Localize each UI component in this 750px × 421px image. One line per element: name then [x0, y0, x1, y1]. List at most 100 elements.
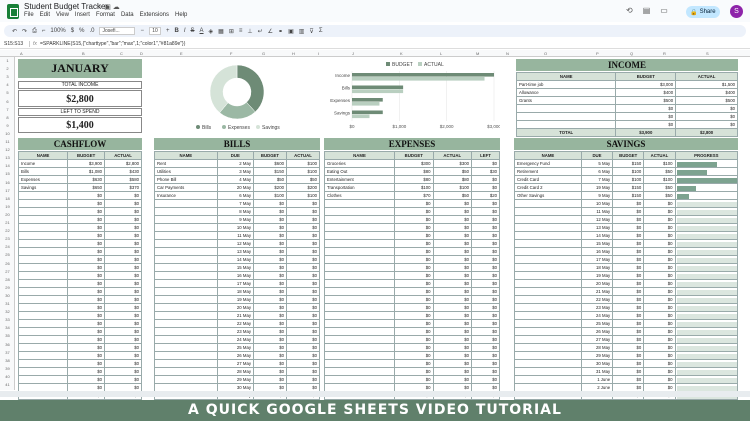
table-cell[interactable]: 5 May [580, 159, 614, 168]
table-cell[interactable]: $100 [643, 175, 676, 184]
col-header-E[interactable]: E [180, 51, 183, 56]
table-cell[interactable]: $0 [612, 271, 645, 280]
table-cell[interactable]: $0 [643, 335, 676, 344]
table-row[interactable]: $0$0$0 [324, 271, 500, 280]
table-row[interactable]: $0$0 [17, 351, 142, 360]
table-cell[interactable]: $0 [394, 215, 434, 224]
table-cell[interactable]: $0 [252, 279, 287, 288]
table-cell[interactable] [154, 247, 218, 256]
font-size-input[interactable]: 10 [148, 27, 161, 35]
table-cell[interactable]: $0 [643, 263, 676, 272]
table-cell[interactable] [514, 287, 582, 296]
table-row[interactable]: Utilities 3 May $150 $100 [154, 167, 321, 176]
meet-icon[interactable]: ▭ [660, 6, 668, 15]
table-cell[interactable]: $0 [285, 295, 321, 304]
table-cell[interactable]: 28 May [216, 367, 254, 376]
table-cell[interactable]: 1 June [580, 375, 614, 384]
table-cell[interactable]: 26 May [580, 327, 614, 336]
table-cell[interactable]: 16 May [580, 247, 614, 256]
table-cell[interactable] [514, 247, 582, 256]
menu-item-data[interactable]: Data [121, 12, 134, 18]
table-row[interactable]: $0$0$0 [324, 343, 500, 352]
table-cell[interactable] [154, 255, 218, 264]
col-header-K[interactable]: K [400, 51, 403, 56]
table-row[interactable]: 9 May $0 $0 [154, 215, 321, 224]
table-row[interactable]: $0$0$0 [324, 279, 500, 288]
table-cell[interactable]: $0 [252, 375, 287, 384]
table-cell[interactable]: 18 May [216, 287, 254, 296]
row-header[interactable]: 28 [0, 277, 15, 282]
table-cell[interactable]: $0 [285, 327, 321, 336]
table-row[interactable]: $0$0 [17, 255, 142, 264]
table-row[interactable]: $0$0$0 [324, 327, 500, 336]
table-cell[interactable]: 20 May [580, 279, 614, 288]
table-cell[interactable]: $0 [471, 255, 500, 264]
table-cell[interactable] [514, 375, 582, 384]
comment-add-icon[interactable]: ▣ [288, 28, 294, 35]
table-row[interactable]: 24 May $0 $0 [154, 335, 321, 344]
table-cell[interactable]: $0 [252, 223, 287, 232]
table-cell[interactable]: 20 May [216, 303, 254, 312]
merge-icon[interactable]: ⊞ [229, 28, 234, 35]
table-cell[interactable]: $0 [432, 279, 472, 288]
row-header[interactable]: 12 [0, 147, 15, 152]
table-cell[interactable]: $630 [67, 175, 106, 184]
table-row[interactable]: Income $3,900 $2,800 [17, 159, 142, 168]
table-cell[interactable]: $0 [285, 239, 321, 248]
row-header[interactable]: 30 [0, 293, 15, 298]
table-row[interactable]: $0$0 [17, 359, 142, 368]
decimal-icon[interactable]: .0 [89, 28, 94, 34]
table-cell[interactable]: $0 [612, 247, 645, 256]
table-cell[interactable] [514, 279, 582, 288]
col-header-C[interactable]: C [120, 51, 123, 56]
table-row[interactable]: Savings $650 $370 [17, 183, 142, 192]
table-cell[interactable] [17, 287, 69, 296]
table-cell[interactable]: 14 May [216, 255, 254, 264]
table-cell[interactable] [17, 247, 69, 256]
table-row[interactable]: $0$0 [17, 191, 142, 200]
table-cell[interactable] [154, 215, 218, 224]
comment-icon[interactable]: ▤ [643, 6, 651, 15]
table-cell[interactable]: $0 [67, 303, 106, 312]
table-row[interactable]: $0$0$0 [324, 247, 500, 256]
table-cell[interactable]: $100 [285, 159, 321, 168]
row-header[interactable]: 32 [0, 309, 15, 314]
col-header-S[interactable]: S [706, 51, 709, 56]
table-cell[interactable]: $0 [432, 199, 472, 208]
table-cell[interactable]: $0 [643, 247, 676, 256]
table-cell[interactable]: $0 [104, 271, 142, 280]
table-cell[interactable]: $0 [252, 263, 287, 272]
table-cell[interactable]: $0 [285, 287, 321, 296]
table-cell[interactable]: $200 [252, 183, 287, 192]
table-cell[interactable]: 12 May [216, 239, 254, 248]
table-cell[interactable]: $0 [104, 311, 142, 320]
functions-icon[interactable]: Σ [319, 28, 323, 34]
table-cell[interactable]: $100 [394, 183, 434, 192]
currency-icon[interactable]: $ [71, 28, 74, 34]
table-cell[interactable]: $0 [285, 223, 321, 232]
table-cell[interactable]: $100 [285, 167, 321, 176]
table-cell[interactable] [324, 199, 395, 208]
table-cell[interactable]: $0 [285, 255, 321, 264]
table-cell[interactable] [154, 359, 218, 368]
table-cell[interactable]: $0 [252, 319, 287, 328]
table-row[interactable]: 25 May $0 $0 [514, 319, 739, 328]
table-cell[interactable]: $0 [643, 215, 676, 224]
table-cell[interactable] [154, 303, 218, 312]
table-cell[interactable]: $0 [67, 247, 106, 256]
table-cell[interactable]: $0 [432, 351, 472, 360]
table-cell[interactable] [154, 327, 218, 336]
table-cell[interactable]: $370 [104, 183, 142, 192]
row-header[interactable]: 9 [0, 123, 15, 128]
table-cell[interactable]: $0 [471, 303, 500, 312]
table-cell[interactable]: 3 May [216, 167, 254, 176]
table-cell[interactable]: $0 [432, 263, 472, 272]
table-cell[interactable]: $0 [285, 311, 321, 320]
table-cell[interactable]: $400 [615, 88, 677, 97]
table-cell[interactable]: $0 [471, 335, 500, 344]
table-cell[interactable]: 24 May [580, 311, 614, 320]
table-cell[interactable] [514, 239, 582, 248]
table-cell[interactable] [154, 295, 218, 304]
row-header[interactable]: 33 [0, 317, 15, 322]
table-cell[interactable]: 2 May [216, 159, 254, 168]
